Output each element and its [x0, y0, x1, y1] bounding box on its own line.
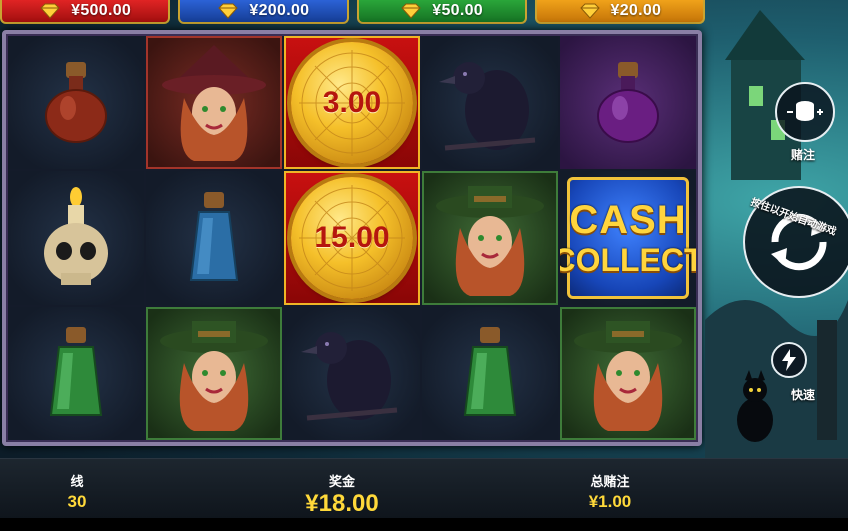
symbol-coin: 3.00: [284, 36, 420, 170]
total-bet-label: 总赌注: [590, 474, 630, 489]
symbol-potion-red: [8, 36, 144, 170]
raven-icon: [439, 61, 536, 151]
potion-purple-icon: [597, 61, 659, 143]
jackpot-minor: ¥50.00: [356, 0, 527, 24]
bottom-bar: 线 30 奖金 ¥18.00 总赌注 ¥1.00: [0, 458, 848, 518]
bet-button[interactable]: [775, 82, 835, 142]
cash-collect-line1: CASH: [569, 197, 687, 242]
jackpot-amount: ¥200.00: [249, 2, 310, 19]
witch-green-icon: [574, 321, 682, 432]
jackpot-grand: ¥500.00: [0, 0, 171, 24]
symbol-cash-collect: CASH COLLECT: [560, 171, 696, 305]
jackpot-mini: ¥20.00: [534, 0, 705, 24]
diamond-icon: [400, 3, 422, 19]
symbol-witch-green: [146, 306, 282, 440]
symbol-coin: 15.00: [284, 171, 420, 305]
jackpot-amount: ¥50.00: [432, 2, 483, 19]
turbo-label: 快速: [791, 388, 816, 402]
win-label: 奖金: [328, 474, 355, 489]
symbol-potion-green: [422, 306, 558, 440]
witch-red-icon: [162, 44, 266, 161]
potion-green-icon: [49, 327, 103, 417]
witch-green-icon: [436, 185, 544, 296]
diamond-icon: [579, 3, 601, 19]
diamond-icon: [39, 3, 61, 19]
jackpot-amount: ¥500.00: [71, 2, 132, 19]
cash-collect-line2: COLLECT: [560, 241, 696, 278]
witch-green-icon: [160, 321, 268, 432]
slot-game: ¥500.00 ¥200.00 ¥50.00 ¥20.00 3.00 15.00…: [0, 0, 848, 531]
potion-red-icon: [45, 61, 107, 143]
symbol-raven: [422, 36, 558, 170]
win-value: ¥18.00: [305, 490, 379, 517]
jackpot-amount: ¥20.00: [610, 2, 662, 19]
cash-collect-symbol: CASH COLLECT: [560, 176, 696, 299]
total-bet-stat: 总赌注 ¥1.00: [570, 471, 650, 512]
symbol-raven: [284, 306, 420, 440]
jackpot-major: ¥200.00: [178, 0, 349, 24]
symbol-skull-candle: [8, 171, 144, 305]
symbol-witch-green: [560, 306, 696, 440]
skull-candle-icon: [44, 186, 108, 285]
symbol-potion-blue: [146, 171, 282, 305]
diamond-icon: [217, 3, 239, 19]
lines-value: 30: [67, 492, 87, 511]
side-panel: 赌注 按住以开始自动游戏 快速: [705, 0, 848, 460]
footer-strip: [0, 518, 848, 531]
symbol-witch-green: [422, 171, 558, 305]
lines-label: 线: [70, 474, 84, 489]
coin-3: 3.00: [291, 41, 413, 164]
coin-value: 15.00: [314, 220, 390, 254]
lines-stat: 线 30: [50, 471, 104, 512]
raven-icon: [301, 332, 398, 421]
jackpot-bar: ¥500.00 ¥200.00 ¥50.00 ¥20.00: [0, 0, 705, 26]
coin-value: 3.00: [322, 85, 382, 119]
coin-15: 15.00: [291, 176, 413, 299]
bet-label: 赌注: [791, 148, 816, 162]
total-bet-value: ¥1.00: [588, 492, 632, 511]
potion-blue-icon: [189, 191, 239, 281]
reel-grid: 3.00 15.00 CASH COLLECT: [8, 36, 696, 440]
lightning-icon: [782, 349, 796, 371]
win-stat: 奖金 ¥18.00: [282, 471, 402, 518]
symbol-potion-green: [8, 306, 144, 440]
symbol-potion-purple: [560, 36, 696, 170]
symbol-witch-red: [146, 36, 282, 170]
coins-stack-icon: [787, 101, 823, 121]
turbo-button[interactable]: [771, 342, 807, 378]
potion-green-icon: [463, 327, 517, 417]
